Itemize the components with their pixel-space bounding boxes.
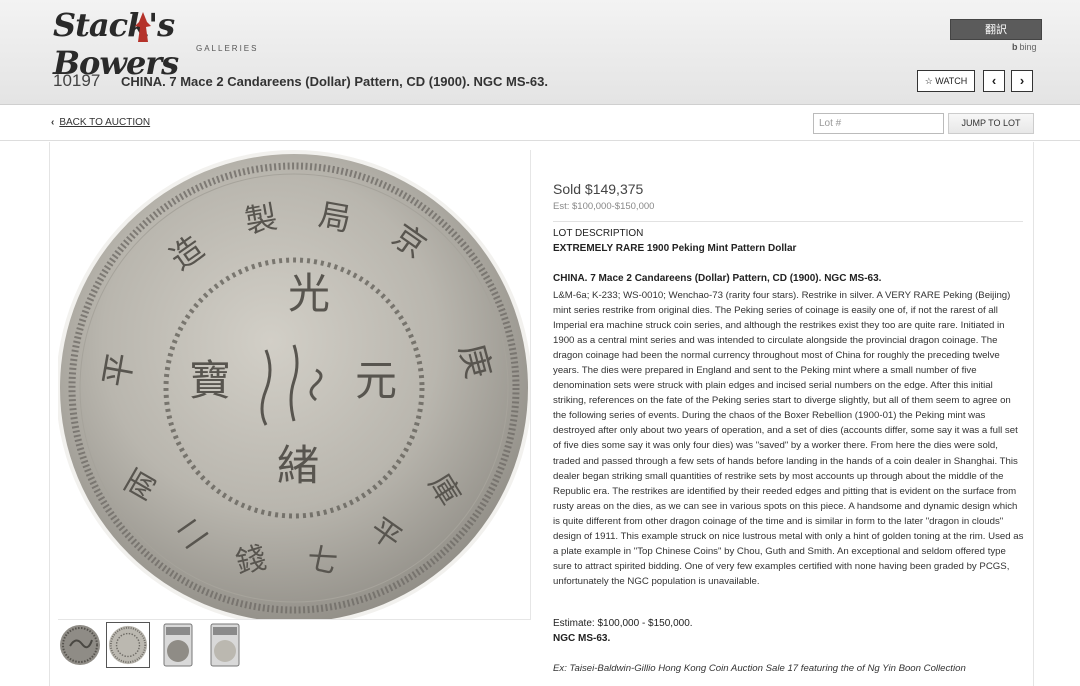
translate-button[interactable]: 翻訳 [950, 19, 1042, 40]
lot-number-input[interactable] [813, 113, 944, 134]
lot-description-title: CHINA. 7 Mace 2 Candareens (Dollar) Patt… [553, 273, 882, 284]
coin-rim-top-char-3: 局 [316, 196, 354, 239]
chevron-left-icon: ‹ [991, 73, 997, 88]
estimate-range: Est: $100,000-$150,000 [553, 201, 655, 212]
lot-number: 10197 [53, 71, 101, 90]
lot-description-subheading: EXTREMELY RARE 1900 Peking Mint Pattern … [553, 243, 797, 254]
thumbnail-slab-front[interactable] [156, 622, 200, 668]
coin-rim-left-char: 平 [97, 350, 142, 390]
thumbnail-slab-back[interactable] [203, 622, 247, 668]
coin-center-bottom-char: 緒 [277, 441, 319, 490]
bing-label: bing [1019, 42, 1037, 52]
bing-icon: b [1012, 42, 1018, 52]
main-image-panel[interactable]: 光 緒 元 寶 造 製 局 京 平 庚 兩 二 錢 七 平 庫 [58, 150, 531, 620]
coin-rim-top-char-2: 製 [242, 198, 280, 241]
thumbnail-reverse[interactable] [106, 622, 150, 668]
reverse-characters-thumbnail-image [108, 625, 148, 665]
chevron-right-icon: › [1019, 73, 1025, 88]
watch-button[interactable]: ☆ WATCH [917, 70, 975, 92]
lot-description-heading: LOT DESCRIPTION [553, 228, 644, 239]
chevron-left-icon: ‹ [51, 117, 55, 128]
jump-to-lot-button[interactable]: JUMP TO LOT [948, 113, 1034, 134]
slab-front-thumbnail-image [163, 623, 193, 667]
next-lot-button[interactable]: › [1011, 70, 1033, 92]
stacks-bowers-logo[interactable]: Stack's Bowers GALLERIES [53, 6, 263, 82]
lot-provenance: Ex: Taisei-Baldwin-Gillio Hong Kong Coin… [553, 663, 966, 674]
watch-label: WATCH [935, 76, 968, 86]
coin-center-top-char: 光 [288, 269, 330, 318]
sub-navigation: ‹ BACK TO AUCTION JUMP TO LOT [0, 105, 1080, 141]
slab-back-thumbnail-image [210, 623, 240, 667]
site-header: Stack's Bowers GALLERIES 翻訳 b bing 10197 … [0, 0, 1080, 105]
back-to-auction-link[interactable]: ‹ BACK TO AUCTION [51, 117, 150, 128]
coin-center-left-char: 寶 [189, 356, 231, 405]
logo-subtext: GALLERIES [196, 44, 259, 53]
back-to-auction-label: BACK TO AUCTION [59, 117, 151, 128]
coin-center-right-char: 元 [355, 356, 397, 405]
lot-title: CHINA. 7 Mace 2 Candareens (Dollar) Patt… [121, 74, 548, 89]
coin-main-image[interactable]: 光 緒 元 寶 造 製 局 京 平 庚 兩 二 錢 七 平 庫 [58, 150, 531, 620]
sold-price: Sold $149,375 [553, 181, 644, 197]
bing-attribution: b bing [1012, 42, 1037, 52]
thumbnail-obverse[interactable] [58, 622, 102, 668]
previous-lot-button[interactable]: ‹ [983, 70, 1005, 92]
divider [553, 221, 1023, 222]
lot-estimate-line: Estimate: $100,000 - $150,000. [553, 618, 693, 629]
lot-description-body: L&M-6a; K-233; WS-0010; Wenchao-73 (rari… [553, 290, 1024, 587]
obverse-dragon-thumbnail-image [60, 625, 100, 665]
logo-figure-icon [135, 12, 151, 42]
star-icon: ☆ [924, 76, 933, 86]
lot-grade-line: NGC MS-63. [553, 633, 611, 644]
